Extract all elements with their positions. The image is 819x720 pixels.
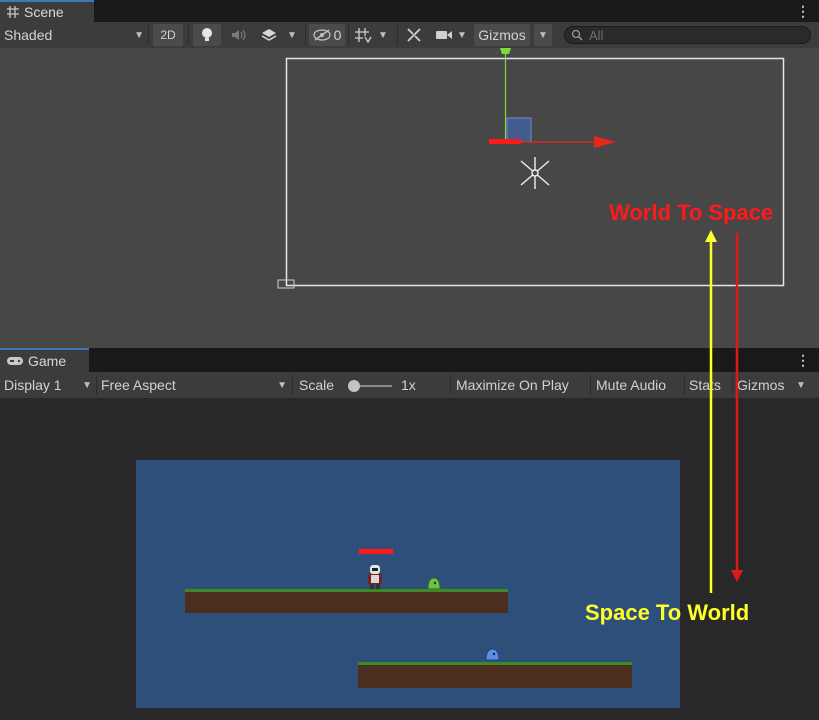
scene-camera-toggle[interactable] [432,24,456,46]
search-icon [571,29,583,41]
visibility-icon [312,29,331,41]
game-gizmos-dropdown[interactable]: ▼ [796,374,810,396]
audio-icon [231,28,247,42]
scene-visibility-toggle[interactable]: 0 [309,24,345,46]
object-selection-bar [489,139,521,144]
mute-audio-label: Mute Audio [596,377,667,393]
xy-plane-handle [506,117,532,143]
tab-game-label: Game [28,353,67,369]
effects-dropdown[interactable] [256,24,282,46]
maximize-on-play-toggle[interactable]: Maximize On Play [456,374,586,396]
scene-gizmos-label: Gizmos [478,27,526,43]
camera-dropdown-arrow[interactable]: ▼ [457,24,471,46]
gamepad-icon [6,355,24,367]
blue-slime-enemy [485,648,500,661]
chevron-down-icon: ▼ [287,29,297,41]
stats-label: Stats [689,377,721,393]
toolbar-separator [305,25,306,45]
scene-view[interactable]: World To Space [0,48,819,348]
toolbar-separator [450,375,451,395]
toolbar-separator [590,375,591,395]
player-character [368,565,382,589]
hidden-count: 0 [333,27,342,43]
chevron-down-icon: ▼ [457,29,467,41]
toolbar-separator [397,25,398,45]
tab-game[interactable]: Game [0,348,89,372]
lightbulb-icon [200,27,214,43]
game-gizmos-button[interactable]: Gizmos [737,374,791,396]
scale-value: 1x [401,377,416,393]
display-label: Display 1 [4,377,62,393]
aspect-dropdown[interactable]: Free Aspect ▼ [101,374,287,396]
scene-tab-bar: Scene ⋮ [0,0,819,22]
grid-snap-toggle[interactable] [352,24,374,46]
camera-icon [435,29,453,41]
space-to-world-label: Space To World [585,600,750,625]
particle-system-icon [520,157,550,189]
2d-mode-label: 2D [160,28,176,42]
aspect-label: Free Aspect [101,377,176,393]
scale-label: Scale [299,377,335,393]
upper-platform [185,589,508,613]
y-axis-arrow [500,48,511,54]
stats-toggle[interactable]: Stats [689,374,729,396]
game-toolbar: Display 1 ▼ Free Aspect ▼ Scale 1x Maxim… [0,372,819,399]
grid-snap-dropdown-arrow[interactable]: ▼ [378,24,394,46]
2d-mode-toggle[interactable]: 2D [153,24,183,46]
toolbar-separator [292,375,293,395]
grid-snap-icon [354,27,372,43]
toolbar-separator [348,25,349,45]
toolbar-separator [188,25,189,45]
chevron-down-icon: ▼ [82,379,92,391]
scene-search-input[interactable]: All [564,26,811,44]
audio-toggle[interactable] [225,24,253,46]
chevron-down-icon: ▼ [277,379,287,391]
scene-gizmos-button[interactable]: Gizmos [474,24,530,46]
lighting-toggle[interactable] [193,24,221,46]
toolbar-separator [96,375,97,395]
grid-icon [6,5,20,19]
chevron-down-icon: ▼ [796,379,806,391]
component-tools-toggle[interactable] [401,24,427,46]
toolbar-separator [148,25,149,45]
shading-mode-dropdown[interactable]: Shaded ▼ [4,24,144,46]
maximize-on-play-label: Maximize On Play [456,377,569,393]
scene-canvas [277,48,785,289]
chevron-down-icon: ▼ [538,29,548,41]
scene-toolbar: Shaded ▼ 2D ▼ 0 ▼ ▼ Gizmos ▼ All [0,22,819,49]
scale-slider-handle[interactable] [348,380,360,392]
lower-platform [358,662,632,688]
chevron-down-icon: ▼ [378,29,388,41]
tab-scene[interactable]: Scene [0,0,94,22]
search-placeholder: All [589,27,604,43]
world-to-space-label: World To Space [609,200,774,225]
tools-icon [406,27,422,43]
chevron-down-icon: ▼ [134,29,144,41]
layers-icon [261,28,277,42]
game-render-area[interactable] [136,460,680,708]
toolbar-separator [684,375,685,395]
game-gizmos-label: Gizmos [737,377,785,393]
effects-dropdown-arrow[interactable]: ▼ [287,24,301,46]
x-axis-arrow [594,136,616,148]
scene-kebab-menu-icon[interactable]: ⋮ [796,0,810,22]
game-tab-bar: Game ⋮ [0,348,819,372]
display-dropdown[interactable]: Display 1 ▼ [4,374,92,396]
player-health-bar [359,549,393,554]
mute-audio-toggle[interactable]: Mute Audio [596,374,682,396]
shading-mode-label: Shaded [4,27,53,43]
scene-gizmos-dropdown[interactable]: ▼ [534,24,552,46]
toolbar-separator [732,375,733,395]
tab-scene-label: Scene [24,4,64,20]
game-kebab-menu-icon[interactable]: ⋮ [796,349,810,371]
